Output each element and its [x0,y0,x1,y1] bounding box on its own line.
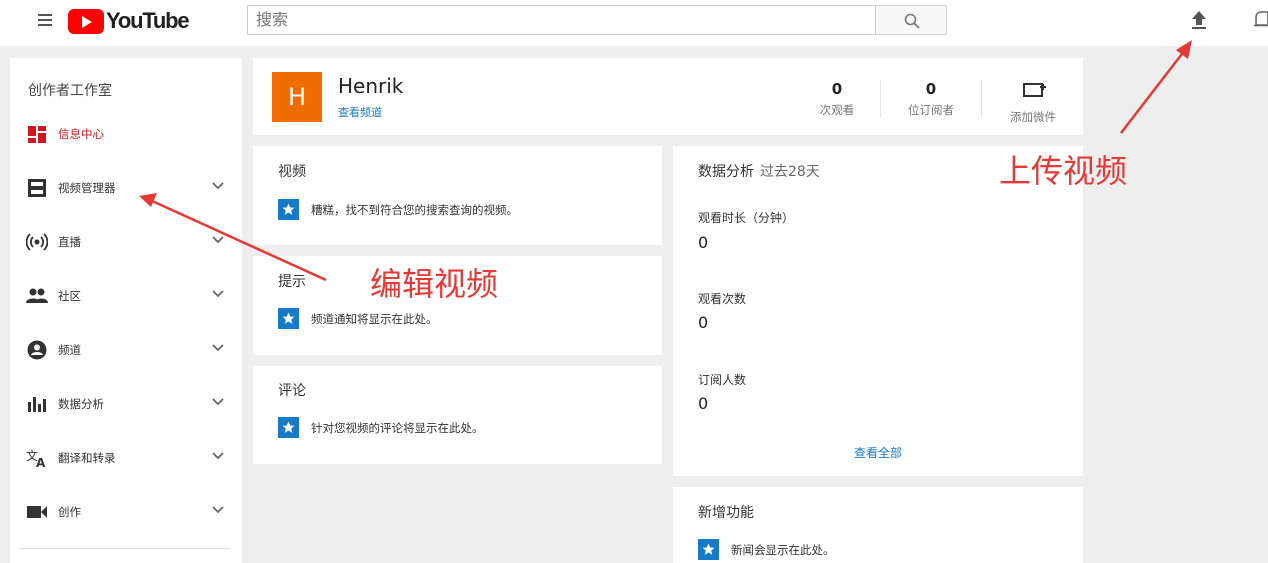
arrowhead-video-manager [139,193,157,207]
annotation-arrows [139,40,1192,282]
arrowhead-upload [1176,40,1192,59]
annotation-upload-video: 上传视频 [999,152,1128,190]
arrow-to-upload [1120,49,1186,134]
annotation-edit-video: 编辑视频 [370,265,499,303]
arrow-to-video-manager [149,198,327,282]
